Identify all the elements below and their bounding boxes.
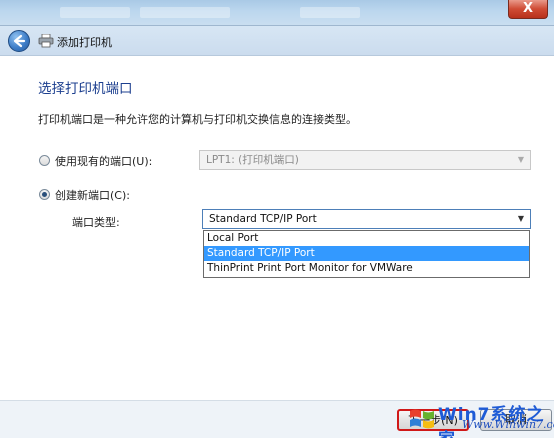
port-type-select[interactable]: Standard TCP/IP Port ▼ xyxy=(202,209,531,229)
existing-port-select: LPT1: (打印机端口) ▼ xyxy=(199,150,531,170)
chevron-down-icon[interactable]: ▼ xyxy=(515,213,527,225)
close-button[interactable]: X xyxy=(508,0,548,19)
dropdown-option[interactable]: ThinPrint Print Port Monitor for VMWare xyxy=(204,261,529,276)
titlebar-blur-text xyxy=(140,7,230,18)
port-type-label: 端口类型: xyxy=(72,216,120,229)
titlebar-blur-text xyxy=(300,7,360,18)
wizard-title: 添加打印机 xyxy=(57,36,112,49)
dropdown-option[interactable]: Standard TCP/IP Port xyxy=(204,246,529,261)
existing-port-radio[interactable] xyxy=(39,155,50,166)
port-type-dropdown: Local Port Standard TCP/IP Port ThinPrin… xyxy=(203,230,530,278)
page-description: 打印机端口是一种允许您的计算机与打印机交换信息的连接类型。 xyxy=(38,113,357,126)
window-titlebar: X xyxy=(0,0,554,26)
wizard-content: 选择打印机端口 打印机端口是一种允许您的计算机与打印机交换信息的连接类型。 使用… xyxy=(0,57,554,400)
close-icon: X xyxy=(522,1,534,16)
port-type-value: Standard TCP/IP Port xyxy=(209,213,317,225)
printer-icon xyxy=(38,34,54,48)
existing-port-label: 使用现有的端口(U): xyxy=(55,155,153,168)
existing-port-value: LPT1: (打印机端口) xyxy=(206,154,299,166)
new-port-radio[interactable] xyxy=(39,189,50,200)
wizard-footer: 下一步(N) 取消 xyxy=(0,400,554,438)
back-arrow-icon xyxy=(13,34,26,48)
cancel-button[interactable]: 取消 xyxy=(480,409,552,431)
new-port-label: 创建新端口(C): xyxy=(55,189,130,202)
page-heading: 选择打印机端口 xyxy=(38,81,133,97)
chevron-down-icon: ▼ xyxy=(517,155,525,164)
next-button[interactable]: 下一步(N) xyxy=(397,409,469,431)
titlebar-blur-text xyxy=(60,7,130,18)
wizard-navbar: 添加打印机 xyxy=(0,26,554,56)
back-button[interactable] xyxy=(8,30,30,52)
dropdown-option[interactable]: Local Port xyxy=(204,231,529,246)
